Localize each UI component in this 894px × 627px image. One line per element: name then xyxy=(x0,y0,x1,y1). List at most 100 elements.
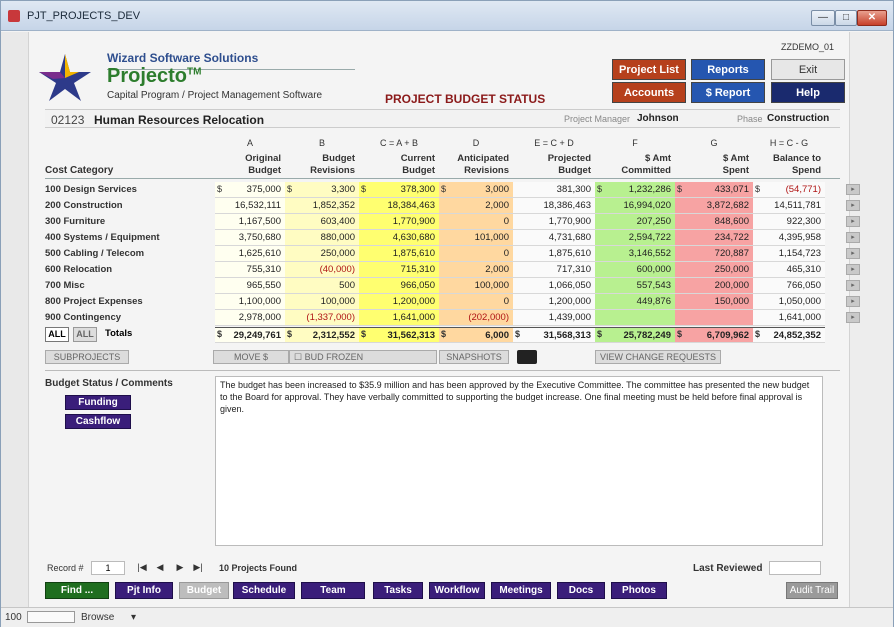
bud-frozen-checkbox[interactable]: ☐ BUD FROZEN xyxy=(289,350,437,364)
cashflow-button[interactable]: Cashflow xyxy=(65,414,131,429)
cell-c[interactable]: 1,200,000 xyxy=(359,294,439,310)
row-detail-icon[interactable]: ▸ xyxy=(846,248,860,259)
cell-f[interactable]: 3,146,552 xyxy=(595,246,675,262)
all-button[interactable]: ALL xyxy=(45,327,69,342)
cell-d[interactable]: 0 xyxy=(439,214,513,230)
cell-e[interactable]: 381,300 xyxy=(513,182,595,198)
move-dollars-button[interactable]: MOVE $ xyxy=(213,350,289,364)
cell-c[interactable]: 18,384,463 xyxy=(359,198,439,214)
project-list-button[interactable]: Project List xyxy=(612,59,686,80)
mode-dropdown[interactable]: Browse xyxy=(81,612,114,623)
cell-h[interactable]: 14,511,781 xyxy=(753,198,825,214)
cell-g[interactable]: 433,071 xyxy=(675,182,753,198)
cell-f[interactable] xyxy=(595,310,675,326)
cell-d[interactable]: 100,000 xyxy=(439,278,513,294)
cell-f[interactable]: 1,232,286 xyxy=(595,182,675,198)
cell-c[interactable]: 966,050 xyxy=(359,278,439,294)
cell-a[interactable]: 1,167,500 xyxy=(215,214,285,230)
tab-workflow[interactable]: Workflow xyxy=(429,582,485,599)
cell-h[interactable]: 922,300 xyxy=(753,214,825,230)
first-record-icon[interactable]: |◀ xyxy=(135,561,149,575)
next-record-icon[interactable]: ▶ xyxy=(173,561,187,575)
cell-d[interactable]: 2,000 xyxy=(439,262,513,278)
tab-budget[interactable]: Budget xyxy=(179,582,229,599)
cell-b[interactable]: 3,300 xyxy=(285,182,359,198)
exit-button[interactable]: Exit xyxy=(771,59,845,80)
cell-b[interactable]: 100,000 xyxy=(285,294,359,310)
cell-c[interactable]: 4,630,680 xyxy=(359,230,439,246)
cell-e[interactable]: 1,066,050 xyxy=(513,278,595,294)
cell-a[interactable]: 2,978,000 xyxy=(215,310,285,326)
cell-d[interactable]: 0 xyxy=(439,294,513,310)
cell-c[interactable]: 1,770,900 xyxy=(359,214,439,230)
row-detail-icon[interactable]: ▸ xyxy=(846,264,860,275)
cell-f[interactable]: 557,543 xyxy=(595,278,675,294)
row-detail-icon[interactable]: ▸ xyxy=(846,216,860,227)
cell-h[interactable]: 1,050,000 xyxy=(753,294,825,310)
cell-f[interactable]: 207,250 xyxy=(595,214,675,230)
cell-d[interactable]: 2,000 xyxy=(439,198,513,214)
cell-b[interactable]: 250,000 xyxy=(285,246,359,262)
reports-button[interactable]: Reports xyxy=(691,59,765,80)
row-detail-icon[interactable]: ▸ xyxy=(846,280,860,291)
maximize-button[interactable]: □ xyxy=(835,10,857,26)
cell-a[interactable]: 3,750,680 xyxy=(215,230,285,246)
cell-g[interactable]: 720,887 xyxy=(675,246,753,262)
cell-d[interactable]: 101,000 xyxy=(439,230,513,246)
cell-c[interactable]: 378,300 xyxy=(359,182,439,198)
dollar-report-button[interactable]: $ Report xyxy=(691,82,765,103)
zoom-level[interactable]: 100 xyxy=(5,612,22,623)
cell-b[interactable]: 500 xyxy=(285,278,359,294)
cell-g[interactable] xyxy=(675,310,753,326)
cell-g[interactable]: 250,000 xyxy=(675,262,753,278)
subprojects-button[interactable]: SUBPROJECTS xyxy=(45,350,129,364)
cell-h[interactable]: 766,050 xyxy=(753,278,825,294)
cell-g[interactable]: 150,000 xyxy=(675,294,753,310)
cell-e[interactable]: 1,875,610 xyxy=(513,246,595,262)
cell-b[interactable]: (1,337,000) xyxy=(285,310,359,326)
row-detail-icon[interactable]: ▸ xyxy=(846,232,860,243)
cell-h[interactable]: 1,641,000 xyxy=(753,310,825,326)
tab-schedule[interactable]: Schedule xyxy=(233,582,295,599)
audit-trail-button[interactable]: Audit Trail xyxy=(786,582,838,599)
cell-g[interactable]: 3,872,682 xyxy=(675,198,753,214)
layout-mode-icons[interactable] xyxy=(27,611,75,623)
record-number-field[interactable]: 1 xyxy=(91,561,125,575)
cell-f[interactable]: 600,000 xyxy=(595,262,675,278)
comments-textarea[interactable]: The budget has been increased to $35.9 m… xyxy=(215,376,823,546)
view-change-requests-button[interactable]: VIEW CHANGE REQUESTS xyxy=(595,350,721,364)
last-record-icon[interactable]: ▶| xyxy=(191,561,205,575)
cell-a[interactable]: 1,625,610 xyxy=(215,246,285,262)
cell-a[interactable]: 16,532,111 xyxy=(215,198,285,214)
cell-e[interactable]: 717,310 xyxy=(513,262,595,278)
camera-icon[interactable] xyxy=(517,350,537,364)
cell-b[interactable]: 880,000 xyxy=(285,230,359,246)
accounts-button[interactable]: Accounts xyxy=(612,82,686,103)
row-detail-icon[interactable]: ▸ xyxy=(846,200,860,211)
cell-h[interactable]: (54,771) xyxy=(753,182,825,198)
cell-g[interactable]: 234,722 xyxy=(675,230,753,246)
tab-photos[interactable]: Photos xyxy=(611,582,667,599)
cell-d[interactable]: (202,000) xyxy=(439,310,513,326)
cell-a[interactable]: 375,000 xyxy=(215,182,285,198)
tab-docs[interactable]: Docs xyxy=(557,582,605,599)
tab-meetings[interactable]: Meetings xyxy=(491,582,551,599)
cell-e[interactable]: 1,200,000 xyxy=(513,294,595,310)
cell-a[interactable]: 755,310 xyxy=(215,262,285,278)
tab-pjt-info[interactable]: Pjt Info xyxy=(115,582,173,599)
close-button[interactable]: ✕ xyxy=(857,10,887,26)
tab-tasks[interactable]: Tasks xyxy=(373,582,423,599)
cell-e[interactable]: 1,439,000 xyxy=(513,310,595,326)
cell-f[interactable]: 2,594,722 xyxy=(595,230,675,246)
cell-h[interactable]: 1,154,723 xyxy=(753,246,825,262)
cell-e[interactable]: 18,386,463 xyxy=(513,198,595,214)
cell-g[interactable]: 200,000 xyxy=(675,278,753,294)
cell-d[interactable]: 0 xyxy=(439,246,513,262)
cell-h[interactable]: 465,310 xyxy=(753,262,825,278)
snapshots-button[interactable]: SNAPSHOTS xyxy=(439,350,509,364)
help-button[interactable]: Help xyxy=(771,82,845,103)
cell-d[interactable]: 3,000 xyxy=(439,182,513,198)
chevron-down-icon[interactable]: ▾ xyxy=(131,612,136,623)
row-detail-icon[interactable]: ▸ xyxy=(846,312,860,323)
cell-c[interactable]: 1,875,610 xyxy=(359,246,439,262)
